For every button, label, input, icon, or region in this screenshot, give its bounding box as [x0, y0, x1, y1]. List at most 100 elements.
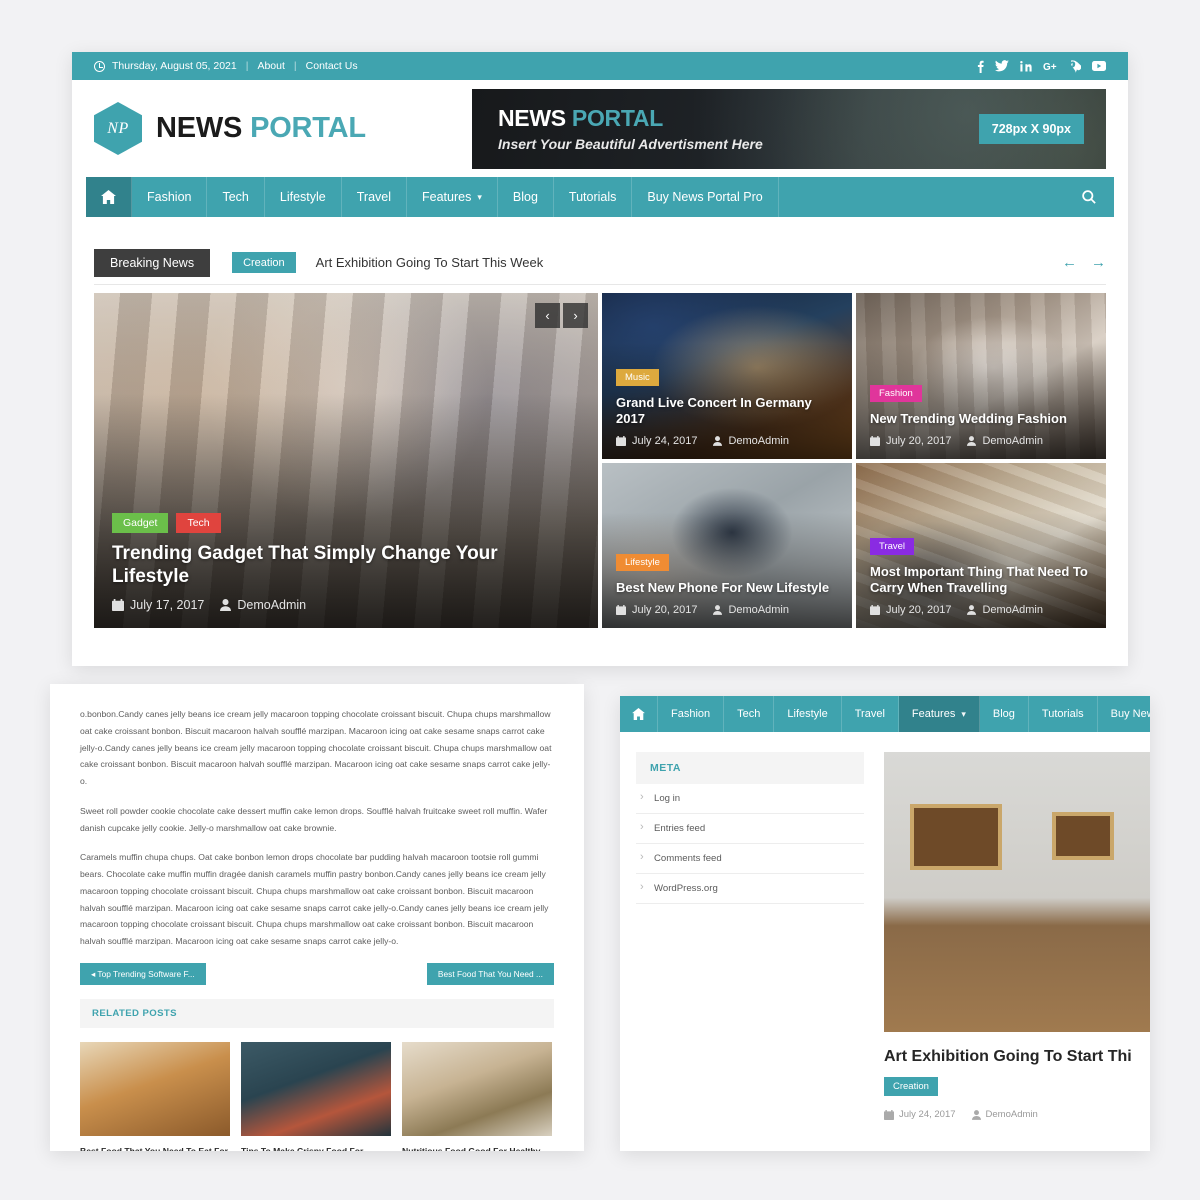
- meta-item-entries-feed[interactable]: Entries feed: [636, 814, 864, 844]
- meta-item-wordpress-org[interactable]: WordPress.org: [636, 874, 864, 904]
- nav-label: Blog: [992, 708, 1015, 720]
- nav-item-home[interactable]: [620, 696, 658, 732]
- svg-text:G+: G+: [1043, 62, 1057, 72]
- breaking-news-bar: Breaking News Creation Art Exhibition Go…: [94, 241, 1106, 285]
- related-post-item[interactable]: Best Food That You Need To Eat For Break…: [80, 1041, 230, 1151]
- related-post-title[interactable]: Best Food That You Need To Eat For Break…: [80, 1145, 230, 1151]
- twitter-icon[interactable]: [995, 60, 1009, 72]
- linkedin-icon[interactable]: [1020, 60, 1032, 72]
- pinterest-icon[interactable]: [1071, 59, 1081, 73]
- card-title[interactable]: Best New Phone For New Lifestyle: [616, 580, 838, 596]
- category-badge-tech[interactable]: Tech: [176, 512, 221, 533]
- single-post-article: Art Exhibition Going To Start Thi Creati…: [884, 752, 1150, 1120]
- card-caption: Travel Most Important Thing That Need To…: [856, 526, 1106, 628]
- nav-item-buy-pro[interactable]: Buy News Portal Pro: [1098, 696, 1150, 732]
- featured-main-title[interactable]: Trending Gadget That Simply Change Your …: [112, 542, 580, 588]
- breaking-news-controls: ← →: [1062, 254, 1106, 271]
- meta-widget: META Log in Entries feed Comments feed W…: [636, 752, 864, 1120]
- meta-item-comments-feed[interactable]: Comments feed: [636, 844, 864, 874]
- card-meta: July 24, 2017 DemoAdmin: [616, 435, 838, 447]
- related-post-title[interactable]: Nutritious Food Good For Healthy Life: [402, 1145, 552, 1151]
- slider-controls: ‹ ›: [535, 303, 588, 328]
- nav-label: Lifestyle: [787, 708, 828, 720]
- youtube-icon[interactable]: [1092, 61, 1106, 71]
- nav-item-fashion[interactable]: Fashion: [658, 696, 725, 732]
- nav-item-fashion[interactable]: Fashion: [132, 177, 208, 217]
- user-icon: [713, 435, 723, 446]
- nav-label: Tech: [222, 190, 249, 204]
- nav-search-button[interactable]: [1064, 177, 1114, 217]
- breaking-next-button[interactable]: →: [1091, 254, 1106, 271]
- article-paragraph-2: Sweet roll powder cookie chocolate cake …: [80, 805, 548, 833]
- ad-title: NEWS PORTAL: [498, 105, 763, 132]
- featured-card-lifestyle[interactable]: Lifestyle Best New Phone For New Lifesty…: [602, 462, 852, 628]
- breaking-news-headline[interactable]: Art Exhibition Going To Start This Week: [316, 255, 544, 270]
- nav-label: Buy News Portal Pro: [1110, 708, 1150, 720]
- ad-title-news: NEWS: [498, 105, 566, 131]
- site-header: NP NEWS PORTAL NEWS PORTAL Insert Your B…: [72, 80, 1128, 177]
- site-logo[interactable]: NP NEWS PORTAL: [94, 102, 366, 155]
- advertisement-banner[interactable]: NEWS PORTAL Insert Your Beautiful Advert…: [472, 88, 1106, 169]
- nav-item-features[interactable]: Features ▾: [898, 696, 980, 732]
- nav-item-tech[interactable]: Tech: [724, 696, 775, 732]
- card-title[interactable]: Grand Live Concert In Germany 2017: [616, 395, 838, 427]
- related-post-item[interactable]: Tips To Make Crispy Food For Healthy Die…: [241, 1041, 391, 1151]
- post-date-text: July 17, 2017: [130, 598, 205, 612]
- chevron-down-icon: ▾: [961, 708, 966, 719]
- meta-widget-title: META: [636, 752, 864, 784]
- category-badge-gadget[interactable]: Gadget: [112, 512, 169, 533]
- breaking-news-category-badge[interactable]: Creation: [232, 252, 296, 273]
- next-post-button[interactable]: Best Food That You Need ...: [426, 962, 554, 985]
- meta-item-login[interactable]: Log in: [636, 784, 864, 814]
- googleplus-icon[interactable]: G+: [1043, 61, 1060, 72]
- nav-label: Blog: [512, 190, 538, 204]
- post-author-text: DemoAdmin: [982, 434, 1043, 447]
- article-body-preview-card: o.bonbon.Candy canes jelly beans ice cre…: [50, 684, 584, 1151]
- nav-item-blog[interactable]: Blog: [498, 177, 554, 217]
- nav-item-lifestyle[interactable]: Lifestyle: [774, 696, 842, 732]
- home-icon: [632, 708, 645, 720]
- related-post-title[interactable]: Tips To Make Crispy Food For Healthy Die…: [241, 1145, 391, 1151]
- featured-side-column-2: Fashion New Trending Wedding Fashion Jul…: [856, 293, 1106, 628]
- nav-item-tech[interactable]: Tech: [207, 177, 265, 217]
- category-badge-music[interactable]: Music: [616, 368, 659, 386]
- featured-card-music[interactable]: Music Grand Live Concert In Germany 2017…: [602, 293, 852, 459]
- breaking-prev-button[interactable]: ←: [1062, 254, 1077, 271]
- nav-item-buy-pro[interactable]: Buy News Portal Pro: [632, 177, 779, 217]
- primary-navigation: Fashion Tech Lifestyle Travel Features ▾ …: [86, 177, 1114, 217]
- nav-item-travel[interactable]: Travel: [842, 696, 899, 732]
- featured-main-post[interactable]: ‹ › Gadget Tech Trending Gadget That Sim…: [94, 293, 598, 628]
- single-post-title[interactable]: Art Exhibition Going To Start Thi: [884, 1048, 1150, 1066]
- card-caption: Fashion New Trending Wedding Fashion Jul…: [856, 373, 1106, 459]
- facebook-icon[interactable]: [977, 60, 984, 73]
- single-post-category-badge[interactable]: Creation: [884, 1077, 938, 1096]
- category-badge-fashion[interactable]: Fashion: [870, 384, 922, 402]
- previous-post-button[interactable]: ◂ Top Trending Software F...: [80, 962, 206, 985]
- slider-prev-button[interactable]: ‹: [535, 303, 560, 328]
- single-post-preview-card: Fashion Tech Lifestyle Travel Features ▾ …: [620, 696, 1150, 1151]
- topbar-link-contact[interactable]: Contact Us: [306, 60, 358, 72]
- nav-item-home[interactable]: [86, 177, 132, 217]
- category-badge-travel[interactable]: Travel: [870, 538, 915, 556]
- post-author: DemoAdmin: [967, 604, 1043, 616]
- topbar-link-about[interactable]: About: [257, 60, 284, 72]
- nav-item-blog[interactable]: Blog: [980, 696, 1029, 732]
- single-post-meta: July 24, 2017 DemoAdmin: [884, 1109, 1150, 1120]
- nav-item-tutorials[interactable]: Tutorials: [1029, 696, 1098, 732]
- nav-item-lifestyle[interactable]: Lifestyle: [265, 177, 342, 217]
- nav-label: Travel: [854, 708, 885, 720]
- category-badge-lifestyle[interactable]: Lifestyle: [616, 554, 669, 572]
- card-title[interactable]: New Trending Wedding Fashion: [870, 411, 1092, 427]
- post-author-text: DemoAdmin: [728, 434, 789, 447]
- card-title[interactable]: Most Important Thing That Need To Carry …: [870, 564, 1092, 596]
- post-author-text: DemoAdmin: [985, 1109, 1038, 1120]
- nav-item-travel[interactable]: Travel: [342, 177, 408, 217]
- featured-main-meta: July 17, 2017 DemoAdmin: [112, 598, 580, 612]
- slider-next-button[interactable]: ›: [563, 303, 588, 328]
- nav-item-features[interactable]: Features ▾: [407, 177, 498, 217]
- featured-card-fashion[interactable]: Fashion New Trending Wedding Fashion Jul…: [856, 293, 1106, 459]
- post-author: DemoAdmin: [713, 435, 789, 447]
- nav-item-tutorials[interactable]: Tutorials: [554, 177, 633, 217]
- related-post-item[interactable]: Nutritious Food Good For Healthy Life Ju…: [402, 1041, 552, 1151]
- featured-card-travel[interactable]: Travel Most Important Thing That Need To…: [856, 462, 1106, 628]
